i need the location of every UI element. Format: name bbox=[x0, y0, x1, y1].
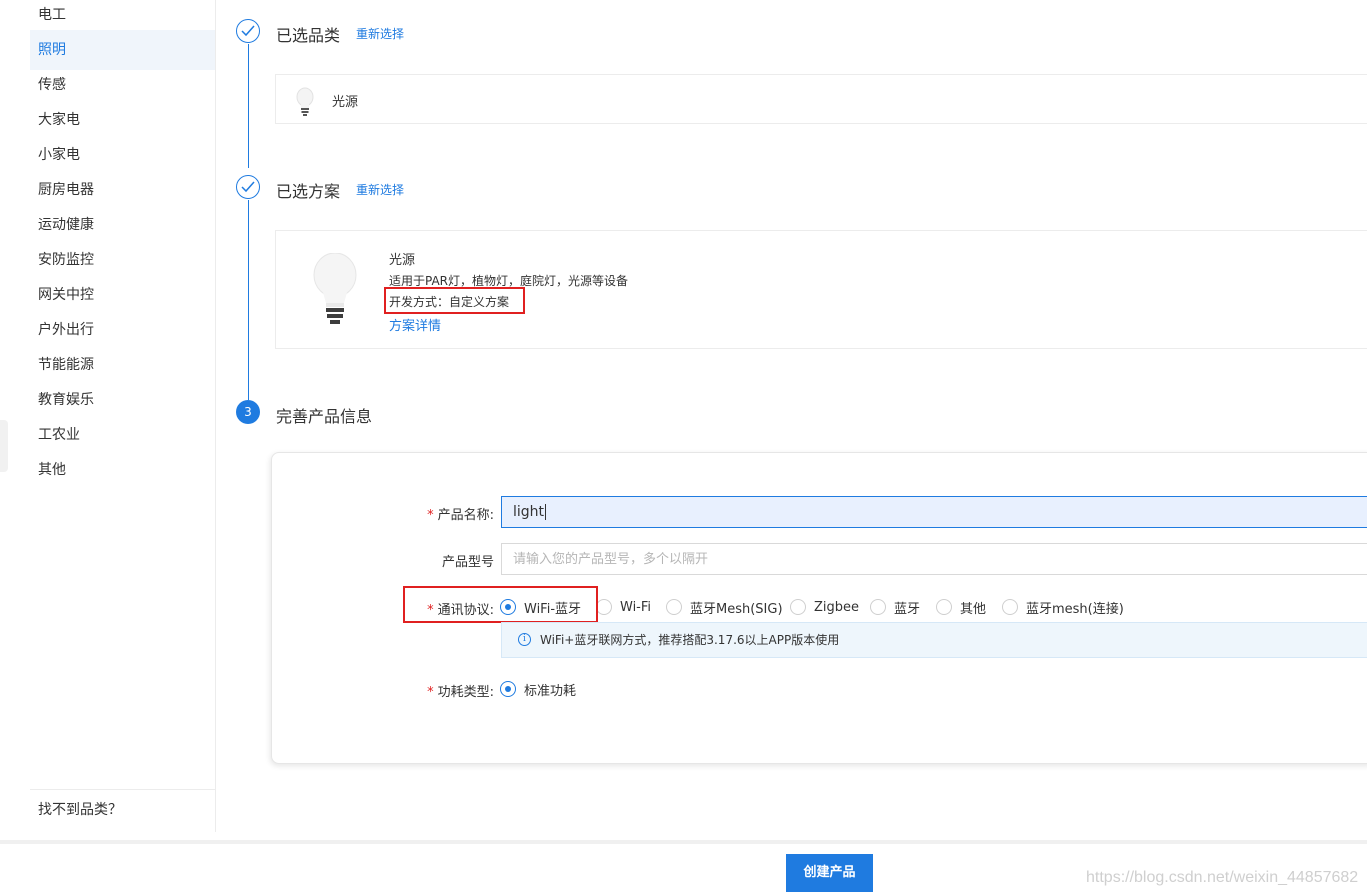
text-caret bbox=[545, 504, 547, 520]
protocol-option-bluetooth[interactable]: 蓝牙 bbox=[870, 597, 920, 617]
radio-label: Zigbee bbox=[814, 599, 860, 615]
step-complete-icon bbox=[236, 19, 260, 43]
product-model-label: 产品型号 bbox=[380, 551, 494, 570]
label-text: 产品名称: bbox=[437, 508, 494, 523]
protocol-option-bluetooth-mesh-connect[interactable]: 蓝牙mesh(连接) bbox=[1002, 597, 1124, 617]
radio-icon bbox=[596, 599, 612, 615]
footer-bar: 创建产品 https://blog.csdn.net/weixin_448576… bbox=[0, 840, 1367, 895]
category-sidebar: 电工 照明 传感 大家电 小家电 厨房电器 运动健康 安防监控 网关中控 户外出… bbox=[0, 0, 216, 832]
category-item-outdoor[interactable]: 户外出行 bbox=[30, 310, 215, 350]
category-item-security[interactable]: 安防监控 bbox=[30, 240, 215, 280]
product-name-value: light bbox=[513, 504, 545, 520]
step-complete-icon bbox=[236, 175, 260, 199]
category-label: 照明 bbox=[38, 42, 66, 58]
category-item-gateway[interactable]: 网关中控 bbox=[30, 275, 215, 315]
category-label: 教育娱乐 bbox=[38, 392, 94, 408]
category-item-sensor[interactable]: 传感 bbox=[30, 65, 215, 105]
timeline-line bbox=[248, 44, 249, 168]
radio-label: 其他 bbox=[960, 601, 987, 617]
power-type-label: * 功耗类型: bbox=[380, 681, 494, 700]
category-list: 电工 照明 传感 大家电 小家电 厨房电器 运动健康 安防监控 网关中控 户外出… bbox=[30, 0, 215, 490]
protocol-option-zigbee[interactable]: Zigbee bbox=[790, 597, 859, 617]
radio-label: 蓝牙Mesh(SIG) bbox=[690, 601, 783, 617]
step-title-category: 已选品类 bbox=[276, 26, 341, 45]
category-not-found-link[interactable]: 找不到品类？ bbox=[30, 789, 215, 831]
selected-category-label: 光源 bbox=[332, 95, 359, 110]
product-name-input[interactable]: light bbox=[501, 496, 1367, 528]
category-label: 户外出行 bbox=[38, 322, 94, 338]
step-title-product-info: 完善产品信息 bbox=[276, 407, 373, 426]
product-model-input[interactable] bbox=[501, 543, 1367, 575]
radio-checked-icon bbox=[500, 681, 516, 697]
plan-title: 光源 bbox=[389, 253, 416, 268]
radio-label: 蓝牙 bbox=[894, 601, 921, 617]
category-label: 传感 bbox=[38, 77, 66, 93]
power-option-standard[interactable]: 标准功耗 bbox=[500, 679, 576, 699]
required-mark: * bbox=[427, 508, 434, 523]
label-text: 产品型号 bbox=[441, 555, 494, 570]
reselect-category-link[interactable]: 重新选择 bbox=[356, 25, 404, 42]
category-label: 小家电 bbox=[38, 147, 80, 163]
product-name-label: * 产品名称: bbox=[380, 504, 494, 523]
bulb-icon bbox=[313, 253, 357, 324]
category-label: 大家电 bbox=[38, 112, 80, 128]
category-label: 安防监控 bbox=[38, 252, 94, 268]
protocol-option-wifi[interactable]: Wi-Fi bbox=[596, 597, 651, 617]
radio-icon bbox=[1002, 599, 1018, 615]
required-mark: * bbox=[427, 685, 434, 700]
category-item-large-appliance[interactable]: 大家电 bbox=[30, 100, 215, 140]
highlight-box bbox=[403, 586, 598, 623]
category-item-education[interactable]: 教育娱乐 bbox=[30, 380, 215, 420]
watermark: https://blog.csdn.net/weixin_44857682 bbox=[1086, 869, 1359, 886]
radio-icon bbox=[790, 599, 806, 615]
plan-detail-link[interactable]: 方案详情 bbox=[389, 315, 441, 334]
bulb-icon bbox=[296, 87, 314, 116]
category-item-energy[interactable]: 节能能源 bbox=[30, 345, 215, 385]
protocol-option-other[interactable]: 其他 bbox=[936, 597, 986, 617]
category-item-agriculture[interactable]: 工农业 bbox=[30, 415, 215, 455]
create-product-button[interactable]: 创建产品 bbox=[786, 854, 873, 892]
label-text: 功耗类型: bbox=[437, 685, 494, 700]
category-item-sports-health[interactable]: 运动健康 bbox=[30, 205, 215, 245]
radio-label: 标准功耗 bbox=[524, 683, 577, 699]
info-icon: i bbox=[518, 633, 531, 646]
protocol-option-bluetooth-mesh-sig[interactable]: 蓝牙Mesh(SIG) bbox=[666, 597, 783, 617]
category-label: 节能能源 bbox=[38, 357, 94, 373]
radio-icon bbox=[870, 599, 886, 615]
highlight-box bbox=[384, 287, 525, 314]
selected-category-card: 光源 bbox=[275, 74, 1367, 124]
radio-label: Wi-Fi bbox=[620, 599, 652, 615]
timeline-line bbox=[248, 200, 249, 400]
category-label: 网关中控 bbox=[38, 287, 94, 303]
category-item-lighting[interactable]: 照明 bbox=[30, 30, 215, 70]
radio-label: 蓝牙mesh(连接) bbox=[1026, 601, 1124, 617]
category-label: 厨房电器 bbox=[38, 182, 94, 198]
sidebar-collapse-handle[interactable] bbox=[0, 420, 8, 472]
category-item-kitchen[interactable]: 厨房电器 bbox=[30, 170, 215, 210]
radio-icon bbox=[936, 599, 952, 615]
category-label: 运动健康 bbox=[38, 217, 94, 233]
protocol-info-alert: i WiFi+蓝牙联网方式，推荐搭配3.17.6以上APP版本使用 bbox=[501, 622, 1367, 658]
category-item-small-appliance[interactable]: 小家电 bbox=[30, 135, 215, 175]
step-title-plan: 已选方案 bbox=[276, 182, 341, 201]
category-item-other[interactable]: 其他 bbox=[30, 450, 215, 490]
category-label: 工农业 bbox=[38, 427, 80, 443]
reselect-plan-link[interactable]: 重新选择 bbox=[356, 181, 404, 198]
step-number-badge: 3 bbox=[236, 400, 260, 424]
category-label: 电工 bbox=[38, 7, 66, 23]
radio-icon bbox=[666, 599, 682, 615]
protocol-info-text: WiFi+蓝牙联网方式，推荐搭配3.17.6以上APP版本使用 bbox=[540, 633, 840, 647]
category-label: 其他 bbox=[38, 462, 66, 478]
